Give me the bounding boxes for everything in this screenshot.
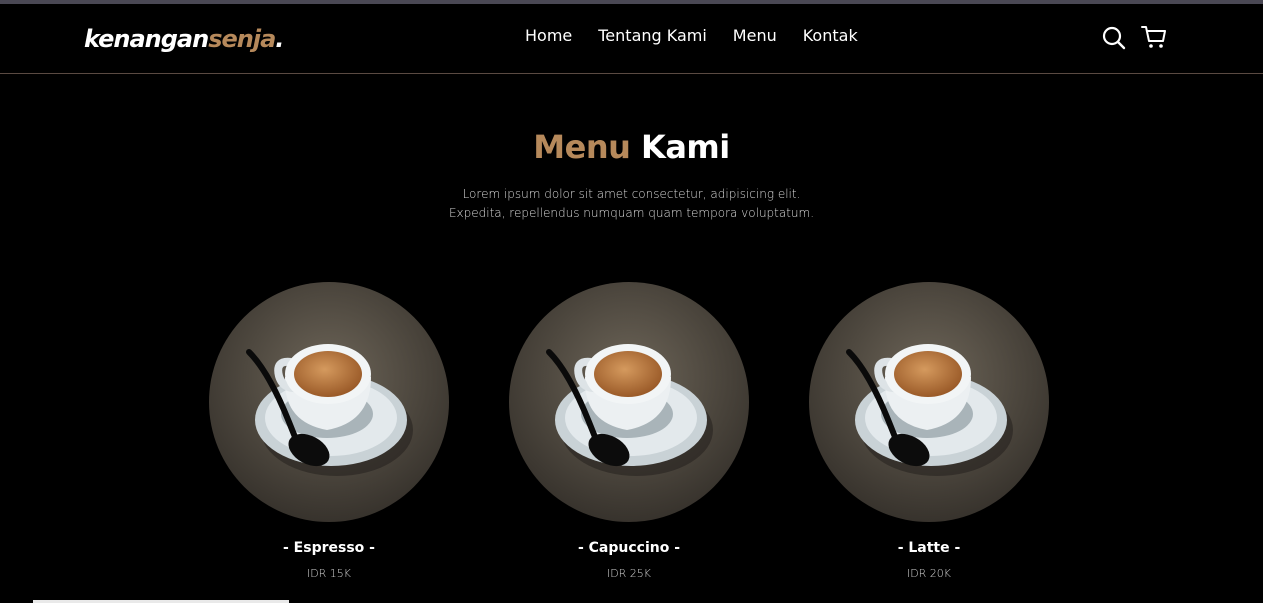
- coffee-cup-image: [509, 282, 749, 522]
- navbar: kenangansenja. Home Tentang Kami Menu Ko…: [0, 4, 1263, 74]
- nav-link-tentang-kami[interactable]: Tentang Kami: [598, 26, 707, 45]
- coffee-cup-image: [809, 282, 1049, 522]
- search-icon[interactable]: [1101, 24, 1127, 50]
- brand-part-1: kenangan: [84, 25, 209, 53]
- menu-description: Lorem ipsum dolor sit amet consectetur, …: [0, 185, 1263, 223]
- menu-description-line-1: Lorem ipsum dolor sit amet consectetur, …: [462, 187, 801, 201]
- menu-card-latte: - Latte - IDR 20K: [809, 282, 1049, 580]
- menu-item-price: IDR 25K: [606, 567, 652, 580]
- brand-part-3: .: [275, 25, 284, 53]
- shopping-cart-icon[interactable]: [1141, 24, 1167, 50]
- brand-logo[interactable]: kenangansenja.: [84, 25, 284, 53]
- menu-description-line-2: Expedita, repellendus numquam quam tempo…: [448, 206, 815, 220]
- menu-title-rest: Kami: [641, 128, 730, 166]
- brand-part-2: senja: [208, 25, 276, 53]
- menu-section-title: Menu Kami: [0, 128, 1263, 166]
- nav-link-menu[interactable]: Menu: [733, 26, 777, 45]
- menu-card-espresso: - Espresso - IDR 15K: [209, 282, 449, 580]
- nav-link-kontak[interactable]: Kontak: [803, 26, 858, 45]
- coffee-cup-image: [209, 282, 449, 522]
- menu-card-capuccino: - Capuccino - IDR 25K: [509, 282, 749, 580]
- menu-title-accent: Menu: [533, 128, 631, 166]
- menu-item-price: IDR 15K: [306, 567, 352, 580]
- menu-item-name: - Latte -: [897, 540, 961, 556]
- nav-links: Home Tentang Kami Menu Kontak: [525, 26, 884, 45]
- menu-item-name: - Capuccino -: [577, 540, 681, 556]
- menu-item-price: IDR 20K: [906, 567, 952, 580]
- nav-link-home[interactable]: Home: [525, 26, 572, 45]
- menu-item-name: - Espresso -: [283, 540, 375, 556]
- nav-icons: [1087, 24, 1167, 50]
